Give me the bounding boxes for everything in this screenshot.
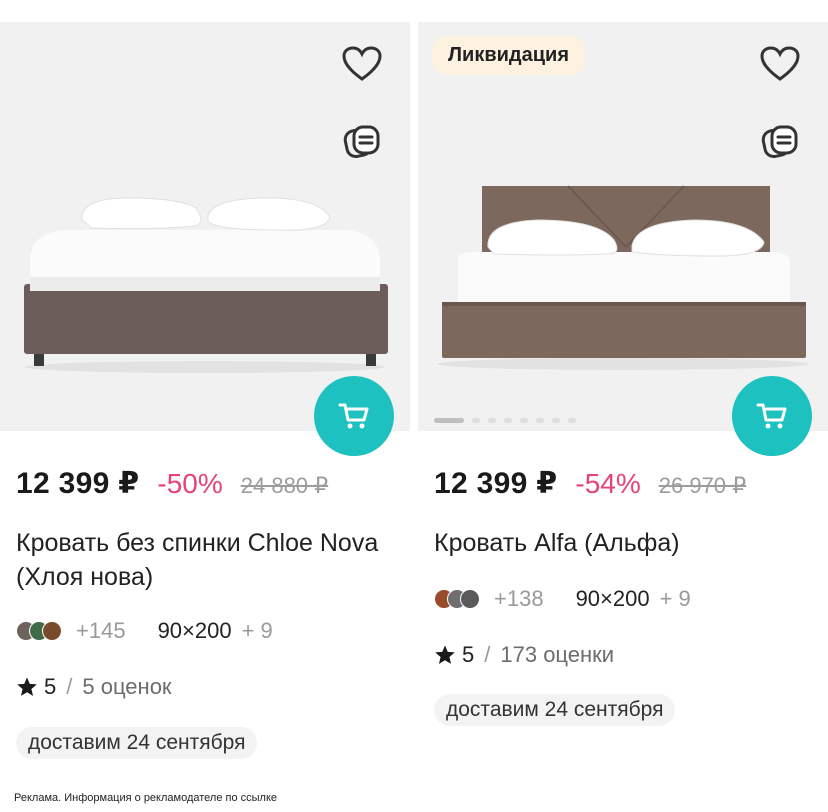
cart-icon: [756, 403, 787, 429]
rating-value: 5: [462, 642, 475, 667]
rating-separator: /: [66, 674, 73, 699]
reviews-count: 5 оценок: [82, 674, 172, 699]
carousel-dot[interactable]: [472, 418, 480, 423]
favorite-heart-icon[interactable]: [340, 42, 384, 86]
favorite-heart-icon[interactable]: [758, 42, 802, 86]
rating-row[interactable]: 5 / 5 оценок: [16, 674, 172, 700]
image-carousel-dots[interactable]: [434, 418, 576, 423]
compare-icon[interactable]: [758, 120, 802, 164]
rating-value: 5: [44, 674, 57, 699]
delivery-badge: доставим 24 сентября: [16, 727, 258, 759]
variants-row[interactable]: +138 90×200 + 9: [434, 586, 691, 612]
old-price: 24 880 ₽: [240, 473, 329, 498]
discount-percent: -54%: [575, 468, 641, 499]
carousel-dot[interactable]: [536, 418, 544, 423]
carousel-dot[interactable]: [520, 418, 528, 423]
product-image[interactable]: [0, 22, 410, 431]
product-title[interactable]: Кровать без спинки Chloe Nova (Хлоя нова…: [16, 526, 396, 594]
liquidation-badge: Ликвидация: [432, 36, 586, 75]
colors-extra-count: +145: [76, 618, 126, 643]
cart-icon: [338, 403, 369, 429]
color-swatch: [42, 621, 62, 641]
price: 12 399 ₽: [16, 467, 140, 500]
color-swatches: [434, 589, 480, 609]
colors-extra-count: +138: [494, 586, 544, 611]
sizes-extra-count: + 9: [659, 586, 691, 611]
price: 12 399 ₽: [434, 467, 558, 500]
size-value: 90×200: [157, 618, 232, 643]
carousel-dot[interactable]: [504, 418, 512, 423]
add-to-cart-button[interactable]: [732, 376, 812, 456]
compare-icon[interactable]: [340, 120, 384, 164]
star-icon: [435, 645, 455, 664]
product-image[interactable]: Ликвидация: [418, 22, 828, 431]
carousel-dot[interactable]: [568, 418, 576, 423]
carousel-dot[interactable]: [488, 418, 496, 423]
add-to-cart-button[interactable]: [314, 376, 394, 456]
rating-row[interactable]: 5 / 173 оценки: [434, 642, 614, 668]
carousel-dot-active[interactable]: [434, 418, 464, 423]
discount-percent: -50%: [157, 468, 223, 499]
carousel-dot[interactable]: [552, 418, 560, 423]
product-title[interactable]: Кровать Alfa (Альфа): [434, 526, 814, 560]
color-swatches: [16, 621, 62, 641]
ad-disclaimer[interactable]: Реклама. Информация о рекламодателе по с…: [14, 792, 277, 804]
sizes-extra-count: + 9: [241, 618, 273, 643]
color-swatch: [460, 589, 480, 609]
delivery-badge: доставим 24 сентября: [434, 694, 676, 726]
price-row: 12 399 ₽ -54% 26 970 ₽: [434, 466, 746, 501]
reviews-count: 173 оценки: [500, 642, 615, 667]
rating-separator: /: [484, 642, 491, 667]
variants-row[interactable]: +145 90×200 + 9: [16, 618, 273, 644]
size-value: 90×200: [575, 586, 650, 611]
old-price: 26 970 ₽: [658, 473, 747, 498]
star-icon: [17, 677, 37, 696]
price-row: 12 399 ₽ -50% 24 880 ₽: [16, 466, 328, 501]
